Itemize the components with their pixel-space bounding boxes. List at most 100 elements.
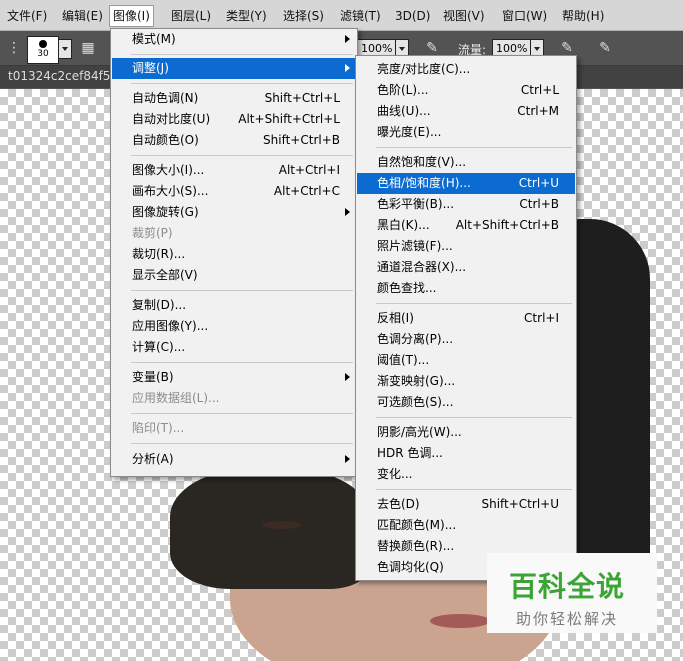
menu-image[interactable]: 图像(I) (109, 5, 154, 27)
menu-item-invert[interactable]: 反相(I) Ctrl+I (357, 308, 575, 329)
menu-3d[interactable]: 3D(D) (392, 7, 433, 25)
menu-item-variations[interactable]: 变化... (357, 464, 575, 485)
menu-file[interactable]: 文件(F) (4, 7, 50, 25)
menu-item-curves[interactable]: 曲线(U)... Ctrl+M (357, 101, 575, 122)
adjustments-submenu: 亮度/对比度(C)... 色阶(L)... Ctrl+L 曲线(U)... Ctrl… (355, 55, 577, 581)
menu-item-label: 自然饱和度(V)... (377, 155, 467, 169)
menu-item-hue-saturation[interactable]: 色相/饱和度(H)... Ctrl+U (357, 173, 575, 194)
menu-item-shortcut: Shift+Ctrl+L (264, 91, 340, 105)
menu-item-label: 亮度/对比度(C)... (377, 62, 471, 76)
menu-item-label: 自动对比度(U) (132, 112, 211, 126)
menu-item-photo-filter[interactable]: 照片滤镜(F)... (357, 236, 575, 257)
menu-item-shadows-highlights[interactable]: 阴影/高光(W)... (357, 422, 575, 443)
submenu-arrow-icon (345, 455, 350, 463)
menu-item-mode[interactable]: 模式(M) (112, 29, 356, 50)
menu-item-threshold[interactable]: 阈值(T)... (357, 350, 575, 371)
menu-item-auto-color[interactable]: 自动颜色(O) Shift+Ctrl+B (112, 130, 356, 151)
menu-item-hdr-toning[interactable]: HDR 色调... (357, 443, 575, 464)
menu-item-label: 黑白(K)... (377, 218, 430, 232)
menu-item-label: 颜色查找... (377, 281, 437, 295)
menu-item-label: 色彩平衡(B)... (377, 197, 455, 211)
menu-item-shortcut: Alt+Ctrl+C (273, 184, 340, 198)
menu-item-label: 应用数据组(L)... (132, 391, 220, 405)
menu-item-auto-contrast[interactable]: 自动对比度(U) Alt+Shift+Ctrl+L (112, 109, 356, 130)
menu-item-channel-mixer[interactable]: 通道混合器(X)... (357, 257, 575, 278)
menu-filter[interactable]: 滤镜(T) (337, 7, 384, 25)
watermark-subtitle: 助你轻松解决 (516, 610, 619, 628)
menu-item-label: 渐变映射(G)... (377, 374, 456, 388)
menu-item-trim[interactable]: 裁切(R)... (112, 244, 356, 265)
menu-window[interactable]: 窗口(W) (499, 7, 550, 25)
photo-eye (262, 521, 302, 529)
menu-item-label: 调整(J) (132, 61, 169, 75)
menu-separator (131, 83, 353, 84)
brush-preset-picker[interactable]: 30 (27, 36, 59, 64)
menu-view[interactable]: 视图(V) (440, 7, 488, 25)
document-title: t01324c2cef84f57 (8, 69, 119, 83)
photo-bangs (170, 469, 370, 589)
menu-item-label: 变化... (377, 467, 413, 481)
menu-item-label: 去色(D) (377, 497, 420, 511)
menu-item-color-balance[interactable]: 色彩平衡(B)... Ctrl+B (357, 194, 575, 215)
menu-item-vibrance[interactable]: 自然饱和度(V)... (357, 152, 575, 173)
brush-size-value: 30 (37, 49, 49, 59)
submenu-arrow-icon (345, 35, 350, 43)
submenu-arrow-icon (345, 208, 350, 216)
menu-item-label: 陷印(T)... (132, 421, 185, 435)
menu-separator (376, 147, 572, 148)
menu-separator (131, 413, 353, 414)
menu-item-exposure[interactable]: 曝光度(E)... (357, 122, 575, 143)
menu-item-label: 变量(B) (132, 370, 174, 384)
menu-item-label: 计算(C)... (132, 340, 186, 354)
menu-item-black-white[interactable]: 黑白(K)... Alt+Shift+Ctrl+B (357, 215, 575, 236)
menu-item-label: 通道混合器(X)... (377, 260, 467, 274)
menu-item-label: 色调均化(Q) (377, 560, 444, 574)
menu-item-label: 曝光度(E)... (377, 125, 442, 139)
watermark: 百科全说 助你轻松解决 (487, 553, 657, 633)
menu-item-calculations[interactable]: 计算(C)... (112, 337, 356, 358)
menu-item-variables[interactable]: 变量(B) (112, 367, 356, 388)
menu-item-label: 复制(D)... (132, 298, 187, 312)
menu-item-match-color[interactable]: 匹配颜色(M)... (357, 515, 575, 536)
menu-item-color-lookup[interactable]: 颜色查找... (357, 278, 575, 299)
menu-edit[interactable]: 编辑(E) (59, 7, 106, 25)
menu-item-brightness-contrast[interactable]: 亮度/对比度(C)... (357, 59, 575, 80)
menu-item-auto-tone[interactable]: 自动色调(N) Shift+Ctrl+L (112, 88, 356, 109)
menu-item-gradient-map[interactable]: 渐变映射(G)... (357, 371, 575, 392)
menu-type[interactable]: 类型(Y) (223, 7, 270, 25)
menu-item-canvas-size[interactable]: 画布大小(S)... Alt+Ctrl+C (112, 181, 356, 202)
menu-item-levels[interactable]: 色阶(L)... Ctrl+L (357, 80, 575, 101)
photo-lips (430, 614, 490, 628)
menu-item-label: 画布大小(S)... (132, 184, 209, 198)
menu-item-label: 反相(I) (377, 311, 414, 325)
menu-item-adjust[interactable]: 调整(J) (112, 58, 356, 79)
brush-tool-icon[interactable]: ⋮ (4, 38, 24, 58)
menu-item-shortcut: Shift+Ctrl+B (263, 133, 340, 147)
menu-item-image-rotation[interactable]: 图像旋转(G) (112, 202, 356, 223)
menu-item-duplicate[interactable]: 复制(D)... (112, 295, 356, 316)
menu-select[interactable]: 选择(S) (280, 7, 327, 25)
menu-item-label: 模式(M) (132, 32, 176, 46)
pressure-size-icon[interactable]: ✎ (595, 38, 615, 58)
menu-item-shortcut: Alt+Shift+Ctrl+L (238, 112, 340, 126)
menu-item-apply-image[interactable]: 应用图像(Y)... (112, 316, 356, 337)
menu-item-label: HDR 色调... (377, 446, 443, 460)
menu-item-label: 色相/饱和度(H)... (377, 176, 471, 190)
menu-item-desaturate[interactable]: 去色(D) Shift+Ctrl+U (357, 494, 575, 515)
menu-separator (131, 362, 353, 363)
menu-help[interactable]: 帮助(H) (559, 7, 607, 25)
menu-item-analysis[interactable]: 分析(A) (112, 449, 356, 470)
menu-item-image-size[interactable]: 图像大小(I)... Alt+Ctrl+I (112, 160, 356, 181)
menu-bar: 文件(F) 编辑(E) 图像(I) 图层(L) 类型(Y) 选择(S) 滤镜(T… (0, 0, 683, 31)
menu-item-label: 分析(A) (132, 452, 174, 466)
menu-item-selective-color[interactable]: 可选颜色(S)... (357, 392, 575, 413)
menu-item-label: 照片滤镜(F)... (377, 239, 453, 253)
menu-item-crop: 裁剪(P) (112, 223, 356, 244)
menu-layer[interactable]: 图层(L) (168, 7, 214, 25)
menu-item-posterize[interactable]: 色调分离(P)... (357, 329, 575, 350)
menu-item-reveal-all[interactable]: 显示全部(V) (112, 265, 356, 286)
brush-panel-icon[interactable]: ▦ (78, 38, 98, 58)
menu-separator (131, 290, 353, 291)
brush-preset-dropdown[interactable] (58, 39, 72, 59)
menu-separator (376, 417, 572, 418)
